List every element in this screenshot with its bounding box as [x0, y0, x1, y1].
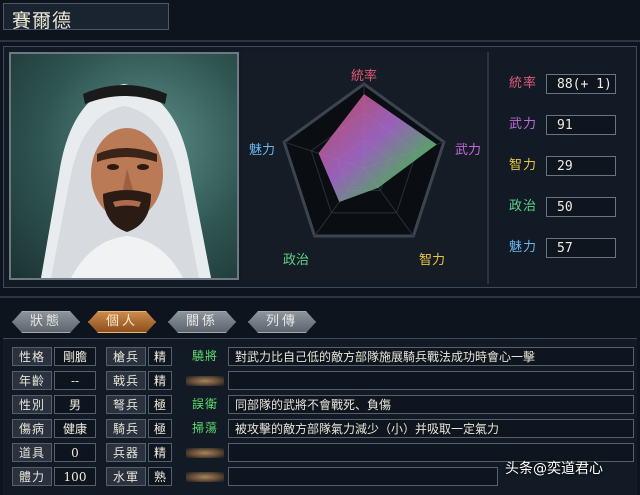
stat-value-intelligence: 29 — [546, 156, 616, 176]
aptitude-label: 水軍 — [106, 467, 146, 486]
top-divider — [0, 40, 640, 42]
stat-row-leadership: 統率 88(+ 1) — [504, 74, 620, 96]
personal-label: 道具 — [12, 443, 52, 462]
skill-empty-slot — [186, 472, 224, 482]
aptitude-value: 熟 — [148, 467, 172, 486]
mid-divider — [0, 296, 640, 298]
stat-label-leadership: 統率 — [508, 76, 537, 91]
stat-label-force: 武力 — [508, 117, 537, 132]
stat-label-charm: 魅力 — [508, 240, 537, 255]
personal-label: 性別 — [12, 395, 52, 414]
skill-description: 被攻擊的敵方部隊氣力減少（小）并吸取一定氣力 — [228, 419, 634, 438]
stat-label-intelligence: 智力 — [508, 158, 537, 173]
personal-value: 男 — [54, 395, 96, 414]
aptitude-label: 兵器 — [106, 443, 146, 462]
portrait-image — [41, 84, 211, 278]
personal-label: 體力 — [12, 467, 52, 486]
skill-description: 對武力比自己低的敵方部隊施展騎兵戰法成功時會心一擊 — [228, 347, 634, 366]
personal-label: 性格 — [12, 347, 52, 366]
aptitude-value: 精 — [148, 443, 172, 462]
tab-biography[interactable]: 列傳 — [248, 311, 316, 333]
stat-row-intelligence: 智力 29 — [504, 156, 620, 178]
aptitude-value: 精 — [148, 347, 172, 366]
radar-label-intelligence: 智力 — [419, 253, 445, 268]
radar-svg: 統率武力智力 政治 魅力 — [249, 68, 481, 268]
stat-row-charm: 魅力 57 — [504, 238, 620, 260]
skill-name[interactable]: 驍將 — [186, 347, 224, 365]
skill-empty-slot — [186, 448, 224, 458]
stat-value-force: 91 — [546, 115, 616, 135]
skill-description — [228, 371, 634, 390]
personal-value: 100 — [54, 467, 96, 486]
tab-relations[interactable]: 關係 — [168, 311, 236, 333]
tab-personal[interactable]: 個人 — [88, 311, 156, 333]
skill-empty-slot — [186, 376, 224, 386]
stat-value-leadership: 88(+ 1) — [546, 74, 616, 94]
general-name-box: 賽爾德 — [3, 3, 169, 32]
tab-status[interactable]: 狀態 — [12, 311, 80, 333]
aptitude-value: 極 — [148, 395, 172, 414]
skill-name[interactable]: 誤衛 — [186, 395, 224, 413]
skill-description — [228, 467, 498, 486]
radar-label-force: 武力 — [455, 143, 481, 158]
radar-label-charm: 魅力 — [249, 143, 275, 158]
skill-description: 同部隊的武將不會戰死、負傷 — [228, 395, 634, 414]
personal-value: 健康 — [54, 419, 96, 438]
personal-value: 剛膽 — [54, 347, 96, 366]
stat-label-politics: 政治 — [508, 199, 537, 214]
aptitude-label: 騎兵 — [106, 419, 146, 438]
attribute-radar-chart: 統率武力智力 政治 魅力 — [242, 52, 486, 282]
aptitude-value: 精 — [148, 371, 172, 390]
personal-label: 年齡 — [12, 371, 52, 390]
aptitude-label: 戟兵 — [106, 371, 146, 390]
radar-label-leadership: 統率 — [351, 68, 377, 84]
stats-divider — [487, 52, 489, 284]
watermark: 头条@奕道君心 — [505, 461, 603, 477]
personal-value: 0 — [54, 443, 96, 462]
radar-label-politics: 政治 — [283, 253, 309, 268]
stat-row-force: 武力 91 — [504, 115, 620, 137]
stat-value-charm: 57 — [546, 238, 616, 258]
personal-label: 傷病 — [12, 419, 52, 438]
aptitude-value: 極 — [148, 419, 172, 438]
stat-value-politics: 50 — [546, 197, 616, 217]
aptitude-label: 槍兵 — [106, 347, 146, 366]
stat-row-politics: 政治 50 — [504, 197, 620, 219]
personal-value: -- — [54, 371, 96, 390]
portrait — [9, 52, 239, 280]
skill-name[interactable]: 掃蕩 — [186, 419, 224, 437]
general-name: 賽爾德 — [12, 10, 73, 32]
aptitude-label: 弩兵 — [106, 395, 146, 414]
